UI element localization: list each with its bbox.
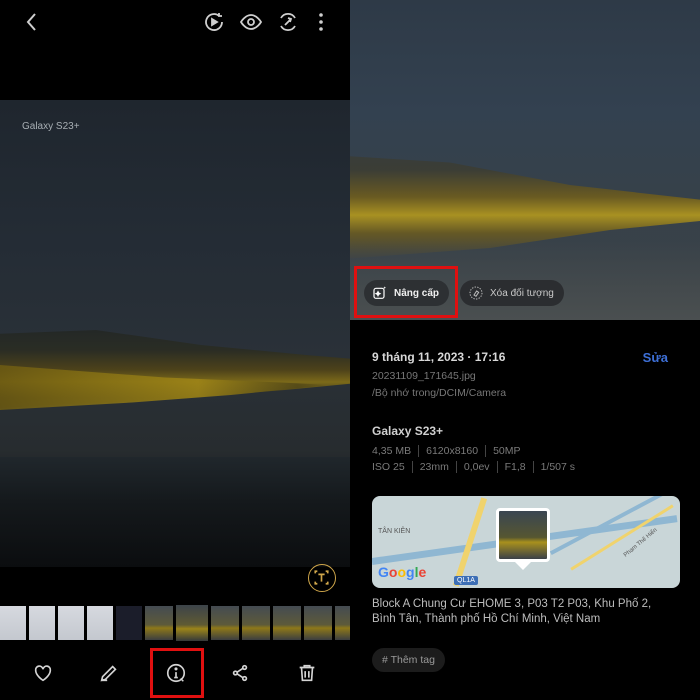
thumbnail-selected[interactable] [176, 605, 208, 641]
file-specs: 4,35 MB 6120x8160 50MP [372, 445, 528, 457]
thumbnail[interactable] [273, 606, 301, 640]
thumbnail[interactable] [29, 606, 55, 640]
text-extract-button[interactable] [308, 564, 336, 592]
exif-specs: ISO 25 23mm 0,0ev F1,8 1/507 s [372, 461, 582, 473]
thumbnail[interactable] [116, 606, 142, 640]
upgrade-button-highlight [354, 266, 458, 318]
heart-icon[interactable] [32, 662, 54, 684]
main-photo[interactable]: Galaxy S23+ [0, 100, 350, 567]
add-tag-button[interactable]: # Thêm tag [372, 648, 445, 672]
thumbnail[interactable] [87, 606, 113, 640]
focal-length: 23mm [411, 461, 456, 473]
camera-device: Galaxy S23+ [372, 424, 444, 438]
map-place-label: TÂN KIÊN [378, 528, 411, 535]
file-size: 4,35 MB [372, 445, 412, 457]
edit-details-button[interactable]: Sửa [643, 350, 668, 365]
remaster-icon[interactable] [276, 10, 300, 34]
megapixels: 50MP [485, 445, 527, 457]
capture-date: 9 tháng 11, 2023 · 17:16 [372, 350, 506, 364]
photo-skyline [0, 457, 350, 567]
google-logo: Google [378, 564, 427, 580]
viewer-top-bar [0, 0, 350, 46]
more-vert-icon[interactable] [309, 10, 333, 34]
thumbnail-strip[interactable] [0, 605, 350, 642]
map-road-tag: QL1A [454, 576, 478, 585]
thumbnail[interactable] [242, 606, 270, 640]
file-name: 20231109_171645.jpg [372, 370, 476, 382]
iso: ISO 25 [372, 461, 405, 473]
pencil-icon[interactable] [98, 662, 120, 684]
thumbnail[interactable] [58, 606, 84, 640]
photo-details-panel: Nâng cấp Xóa đối tượng 9 tháng 11, 2023 … [350, 0, 700, 700]
thumbnail[interactable] [0, 606, 26, 640]
details-sheet: 9 tháng 11, 2023 · 17:16 Sửa 20231109_17… [350, 320, 700, 700]
map-pin-pointer [515, 562, 531, 570]
photo-sunlit-cloud [350, 155, 700, 260]
map-photo-pin[interactable] [496, 508, 550, 562]
trash-icon[interactable] [296, 662, 318, 684]
thumbnail[interactable] [145, 606, 173, 640]
device-watermark: Galaxy S23+ [22, 121, 80, 132]
thumbnail[interactable] [335, 606, 350, 640]
file-path: /Bộ nhớ trong/DCIM/Camera [372, 387, 507, 399]
object-eraser-button[interactable]: Xóa đối tượng [460, 280, 564, 306]
shutter-speed: 1/507 s [532, 461, 582, 473]
eye-icon[interactable] [239, 10, 263, 34]
exposure-value: 0,0ev [455, 461, 497, 473]
resolution: 6120x8160 [418, 445, 485, 457]
location-address: Block A Chung Cư EHOME 3, P03 T2 P03, Kh… [372, 598, 652, 625]
motion-photo-icon[interactable] [202, 10, 226, 34]
thumbnail[interactable] [211, 606, 239, 640]
info-button-highlight [150, 648, 204, 698]
back-arrow-icon[interactable] [20, 10, 44, 34]
share-icon[interactable] [229, 662, 251, 684]
location-map[interactable]: TÂN KIÊN Phạm Thế Hiển Google QL1A [372, 496, 680, 588]
gallery-viewer-panel: Galaxy S23+ [0, 0, 350, 700]
thumbnail[interactable] [304, 606, 332, 640]
erase-label: Xóa đối tượng [490, 287, 554, 299]
aperture: F1,8 [496, 461, 533, 473]
eraser-icon [468, 285, 484, 301]
